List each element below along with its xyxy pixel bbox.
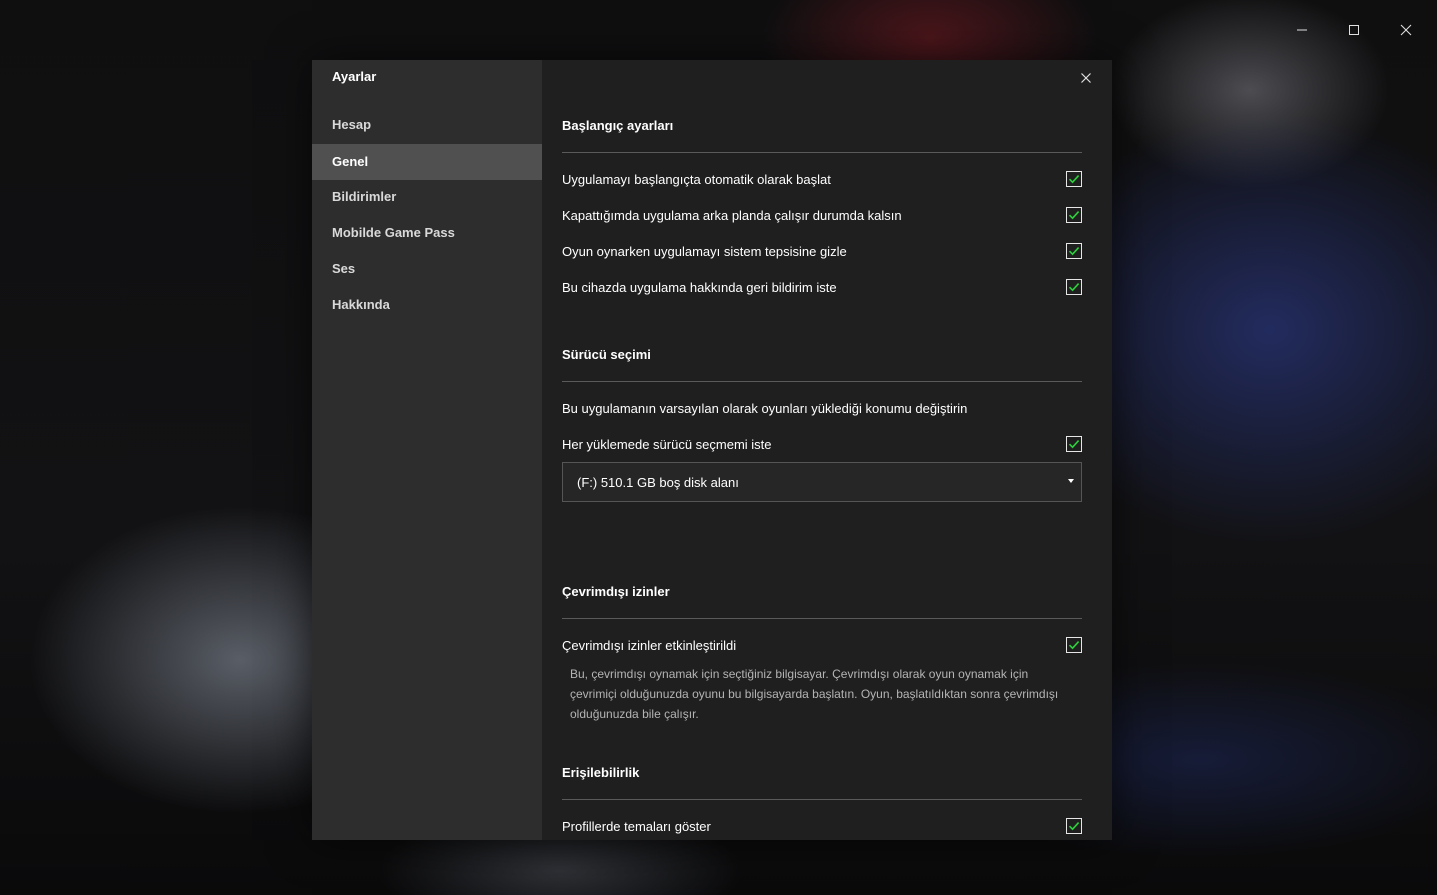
divider <box>562 618 1082 619</box>
maximize-button[interactable] <box>1338 14 1370 46</box>
drive-select-value: (F:) 510.1 GB boş disk alanı <box>577 475 739 490</box>
sidebar-item-hakkinda[interactable]: Hakkında <box>312 287 542 323</box>
ask-drive-label: Her yüklemede sürücü seçmemi iste <box>562 437 772 452</box>
checkmark-icon <box>1068 175 1080 184</box>
settings-dialog: Ayarlar Hesap Genel Bildirimler Mobilde … <box>312 60 1112 840</box>
section-title-startup: Başlangıç ayarları <box>562 118 674 133</box>
dialog-close-button[interactable] <box>1074 66 1098 90</box>
drive-select-dropdown[interactable]: (F:) 510.1 GB boş disk alanı <box>562 462 1082 502</box>
startup-option-label: Bu cihazda uygulama hakkında geri bildir… <box>562 280 837 295</box>
feedback-checkbox[interactable] <box>1066 279 1082 295</box>
divider <box>562 381 1082 382</box>
drive-info-text: Bu uygulamanın varsayılan olarak oyunlar… <box>562 401 968 416</box>
close-icon <box>1081 73 1091 83</box>
ask-drive-checkbox[interactable] <box>1066 436 1082 452</box>
checkmark-icon <box>1068 822 1080 831</box>
sidebar-item-label: Genel <box>332 154 369 169</box>
section-title-drive: Sürücü seçimi <box>562 347 651 362</box>
minimize-icon <box>1297 29 1307 31</box>
checkmark-icon <box>1068 247 1080 256</box>
sidebar-item-label: Hakkında <box>332 297 390 312</box>
checkmark-icon <box>1068 641 1080 650</box>
hide-to-tray-checkbox[interactable] <box>1066 243 1082 259</box>
sidebar-item-label: Hesap <box>332 117 372 132</box>
chevron-down-icon <box>1068 479 1074 483</box>
offline-toggle-label: Çevrimdışı izinler etkinleştirildi <box>562 638 737 653</box>
keep-running-checkbox[interactable] <box>1066 207 1082 223</box>
divider <box>562 799 1082 800</box>
offline-permissions-checkbox[interactable] <box>1066 637 1082 653</box>
themes-label: Profillerde temaları göster <box>562 819 711 834</box>
sidebar-item-ses[interactable]: Ses <box>312 251 542 287</box>
window-close-button[interactable] <box>1390 14 1422 46</box>
checkmark-icon <box>1068 440 1080 449</box>
sidebar-item-genel[interactable]: Genel <box>312 144 542 180</box>
close-icon <box>1400 24 1412 36</box>
settings-content: Başlangıç ayarları Uygulamayı başlangıçt… <box>542 60 1112 840</box>
offline-description: Bu, çevrimdışı oynamak için seçtiğiniz b… <box>570 667 1059 721</box>
checkmark-icon <box>1068 211 1080 220</box>
sidebar-item-bildirimler[interactable]: Bildirimler <box>312 179 542 215</box>
section-title-offline: Çevrimdışı izinler <box>562 584 670 599</box>
show-themes-checkbox[interactable] <box>1066 818 1082 834</box>
settings-sidebar: Ayarlar Hesap Genel Bildirimler Mobilde … <box>312 60 542 840</box>
startup-option-label: Kapattığımda uygulama arka planda çalışı… <box>562 208 902 223</box>
autostart-checkbox[interactable] <box>1066 171 1082 187</box>
divider <box>562 152 1082 153</box>
sidebar-item-label: Ses <box>332 261 356 276</box>
minimize-button[interactable] <box>1286 14 1318 46</box>
settings-title: Ayarlar <box>332 69 377 84</box>
checkmark-icon <box>1068 283 1080 292</box>
sidebar-item-mobilde-game-pass[interactable]: Mobilde Game Pass <box>312 215 542 251</box>
sidebar-item-hesap[interactable]: Hesap <box>312 107 542 143</box>
startup-option-label: Uygulamayı başlangıçta otomatik olarak b… <box>562 172 831 187</box>
startup-option-label: Oyun oynarken uygulamayı sistem tepsisin… <box>562 244 847 259</box>
section-title-accessibility: Erişilebilirlik <box>562 765 640 780</box>
sidebar-item-label: Bildirimler <box>332 189 397 204</box>
sidebar-item-label: Mobilde Game Pass <box>332 225 455 240</box>
maximize-icon <box>1349 25 1359 35</box>
